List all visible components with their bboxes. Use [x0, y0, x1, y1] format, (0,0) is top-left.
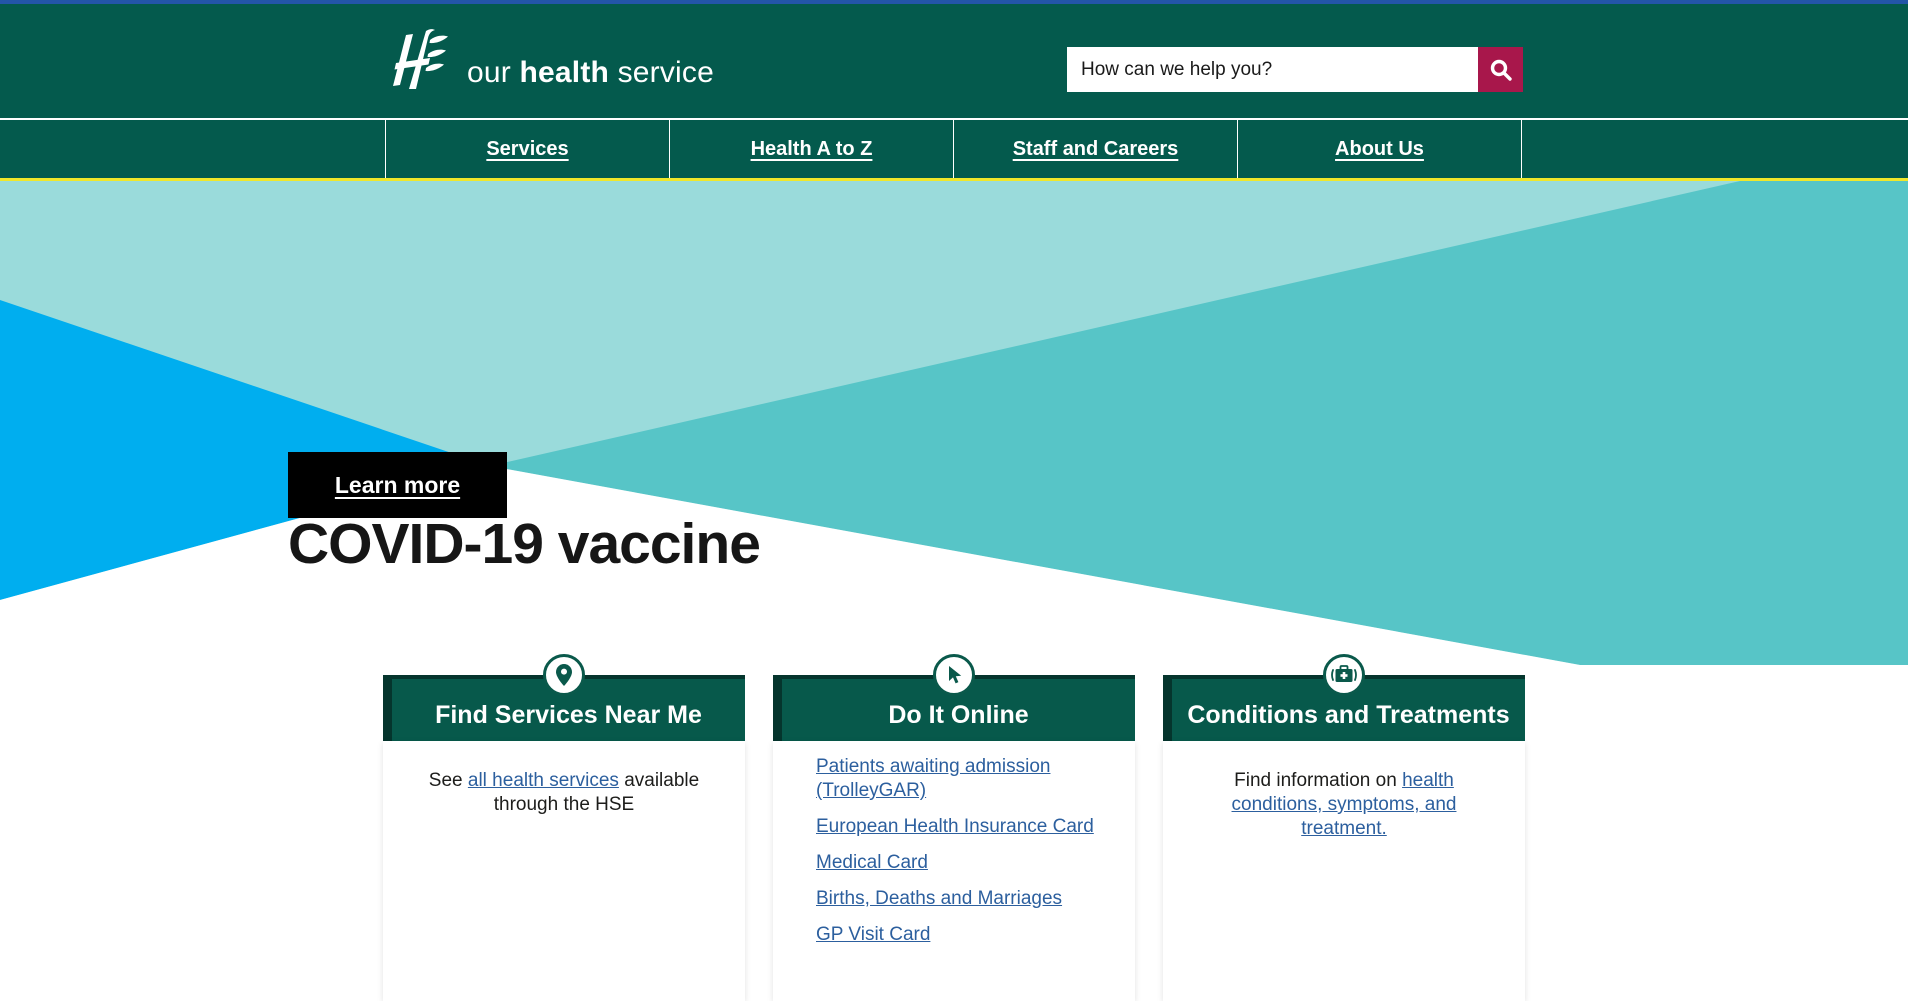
- card-title: Conditions and Treatments: [1187, 701, 1509, 730]
- all-health-services-link[interactable]: all health services: [468, 770, 619, 791]
- list-item: Patients awaiting admission (TrolleyGAR): [816, 755, 1109, 803]
- card-title: Find Services Near Me: [435, 701, 702, 730]
- search-button[interactable]: [1478, 47, 1523, 92]
- home-link[interactable]: our health service: [385, 28, 714, 90]
- cursor-icon: [943, 664, 965, 686]
- learn-more-button[interactable]: Learn more: [288, 452, 507, 518]
- gp-visit-card-link[interactable]: GP Visit Card: [816, 924, 930, 945]
- site-wordmark: our health service: [467, 56, 714, 90]
- nav-item-health-a-to-z[interactable]: Health A to Z: [669, 120, 953, 178]
- list-item: Births, Deaths and Marriages: [816, 887, 1109, 911]
- hse-logo: [385, 28, 449, 90]
- card-conditions-and-treatments: Conditions and Treatments Find informati…: [1163, 654, 1525, 1001]
- card-icon-circle: [543, 654, 585, 696]
- trolleygar-link[interactable]: Patients awaiting admission (TrolleyGAR): [816, 756, 1050, 801]
- location-pin-icon: [553, 663, 575, 687]
- card-title: Do It Online: [888, 701, 1028, 730]
- card-body: Find information on health conditions, s…: [1163, 741, 1525, 1001]
- medical-card-link[interactable]: Medical Card: [816, 852, 928, 873]
- hero-banner: COVID-19 vaccine Learn more: [0, 181, 1908, 665]
- ehic-link[interactable]: European Health Insurance Card: [816, 816, 1094, 837]
- births-deaths-marriages-link[interactable]: Births, Deaths and Marriages: [816, 888, 1062, 909]
- list-item: European Health Insurance Card: [816, 815, 1109, 839]
- main-nav: Services Health A to Z Staff and Careers…: [0, 118, 1908, 181]
- first-aid-kit-icon: [1331, 664, 1357, 686]
- list-item: Medical Card: [816, 851, 1109, 875]
- card-icon-circle: [933, 654, 975, 696]
- card-body: See all health services available throug…: [383, 741, 745, 1001]
- search-input[interactable]: [1067, 47, 1478, 92]
- card-text: Find information on: [1234, 770, 1402, 791]
- online-services-list: Patients awaiting admission (TrolleyGAR)…: [773, 741, 1135, 947]
- card-do-it-online: Do It Online Patients awaiting admission…: [773, 654, 1135, 1001]
- card-find-services-near-me: Find Services Near Me See all health ser…: [383, 654, 745, 1001]
- search-icon: [1488, 57, 1514, 83]
- search-bar: [1067, 47, 1523, 92]
- hero-title: COVID-19 vaccine: [288, 511, 760, 577]
- nav-item-staff-and-careers[interactable]: Staff and Careers: [953, 120, 1237, 178]
- card-text: See: [429, 770, 468, 791]
- card-body: Patients awaiting admission (TrolleyGAR)…: [773, 741, 1135, 1001]
- card-icon-circle: [1323, 654, 1365, 696]
- site-header: our health service: [0, 4, 1908, 118]
- nav-item-about-us[interactable]: About Us: [1237, 120, 1522, 178]
- quick-links-section: Find Services Near Me See all health ser…: [383, 654, 1525, 1001]
- hero-background-shapes: [0, 181, 1908, 665]
- nav-item-services[interactable]: Services: [385, 120, 669, 178]
- list-item: GP Visit Card: [816, 923, 1109, 947]
- nav-items: Services Health A to Z Staff and Careers…: [385, 120, 1522, 178]
